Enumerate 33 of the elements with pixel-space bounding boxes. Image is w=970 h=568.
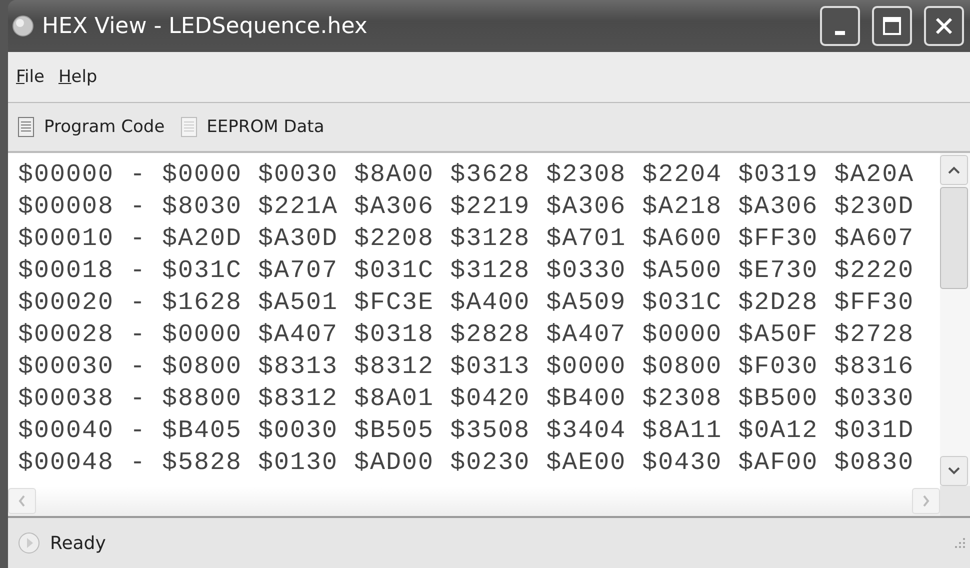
hex-line: $00048 - $5828 $0130 $AD00 $0230 $AE00 $0430 $AF00 $0830 [18, 447, 916, 479]
minimize-button[interactable] [820, 6, 860, 46]
hex-line: $00038 - $8800 $8312 $8A01 $0420 $B400 $2308 $B500 $0330 [18, 383, 916, 415]
maximize-icon [882, 16, 902, 36]
minimize-icon [835, 31, 845, 35]
hex-line: $00020 - $1628 $A501 $FC3E $A400 $A509 $031C $2D28 $FF30 [18, 287, 916, 319]
maximize-button[interactable] [872, 6, 912, 46]
scrollbar-corner [940, 486, 970, 516]
toolbar-button[interactable]: Program Code [14, 115, 169, 139]
hex-line: $00000 - $0000 $0030 $8A00 $3628 $2308 $2204 $0319 $A20A [18, 159, 916, 191]
hex-line: $00018 - $031C $A707 $031C $3128 $0330 $A500 $E730 $2220 [18, 255, 916, 287]
status-text: Ready [50, 532, 106, 554]
hex-line: $00028 - $0000 $A407 $0318 $2828 $A407 $0000 $A50F $2728 [18, 319, 916, 351]
horizontal-scrollbar[interactable] [8, 486, 970, 518]
vertical-scrollbar[interactable] [940, 153, 970, 486]
hex-line: $00040 - $B405 $0030 $B505 $3508 $3404 $8A11 $0A12 $031D [18, 415, 916, 447]
close-icon [934, 16, 954, 36]
scroll-left-icon[interactable] [8, 488, 36, 514]
scroll-up-icon[interactable] [940, 155, 968, 185]
window-title: HEX View - LEDSequence.hex [42, 14, 368, 38]
hex-line: $00008 - $8030 $221A $A306 $2219 $A306 $A218 $A306 $230D [18, 191, 916, 223]
globe-icon [12, 15, 34, 37]
hex-line: $00030 - $0800 $8313 $8312 $0313 $0000 $0800 $F030 $8316 [18, 351, 916, 383]
scroll-down-icon[interactable] [940, 456, 968, 486]
scroll-thumb[interactable] [940, 187, 968, 289]
close-button[interactable] [924, 6, 964, 46]
menu-item[interactable]: Help [58, 67, 98, 87]
menu-item[interactable]: File [16, 67, 44, 87]
document-icon [18, 117, 34, 137]
document-icon [180, 117, 197, 137]
play-circle-icon [18, 532, 40, 554]
hex-line: $00010 - $A20D $A30D $2208 $3128 $A701 $A600 $FF30 $A607 [18, 223, 916, 255]
resize-grip-icon[interactable] [954, 537, 966, 549]
